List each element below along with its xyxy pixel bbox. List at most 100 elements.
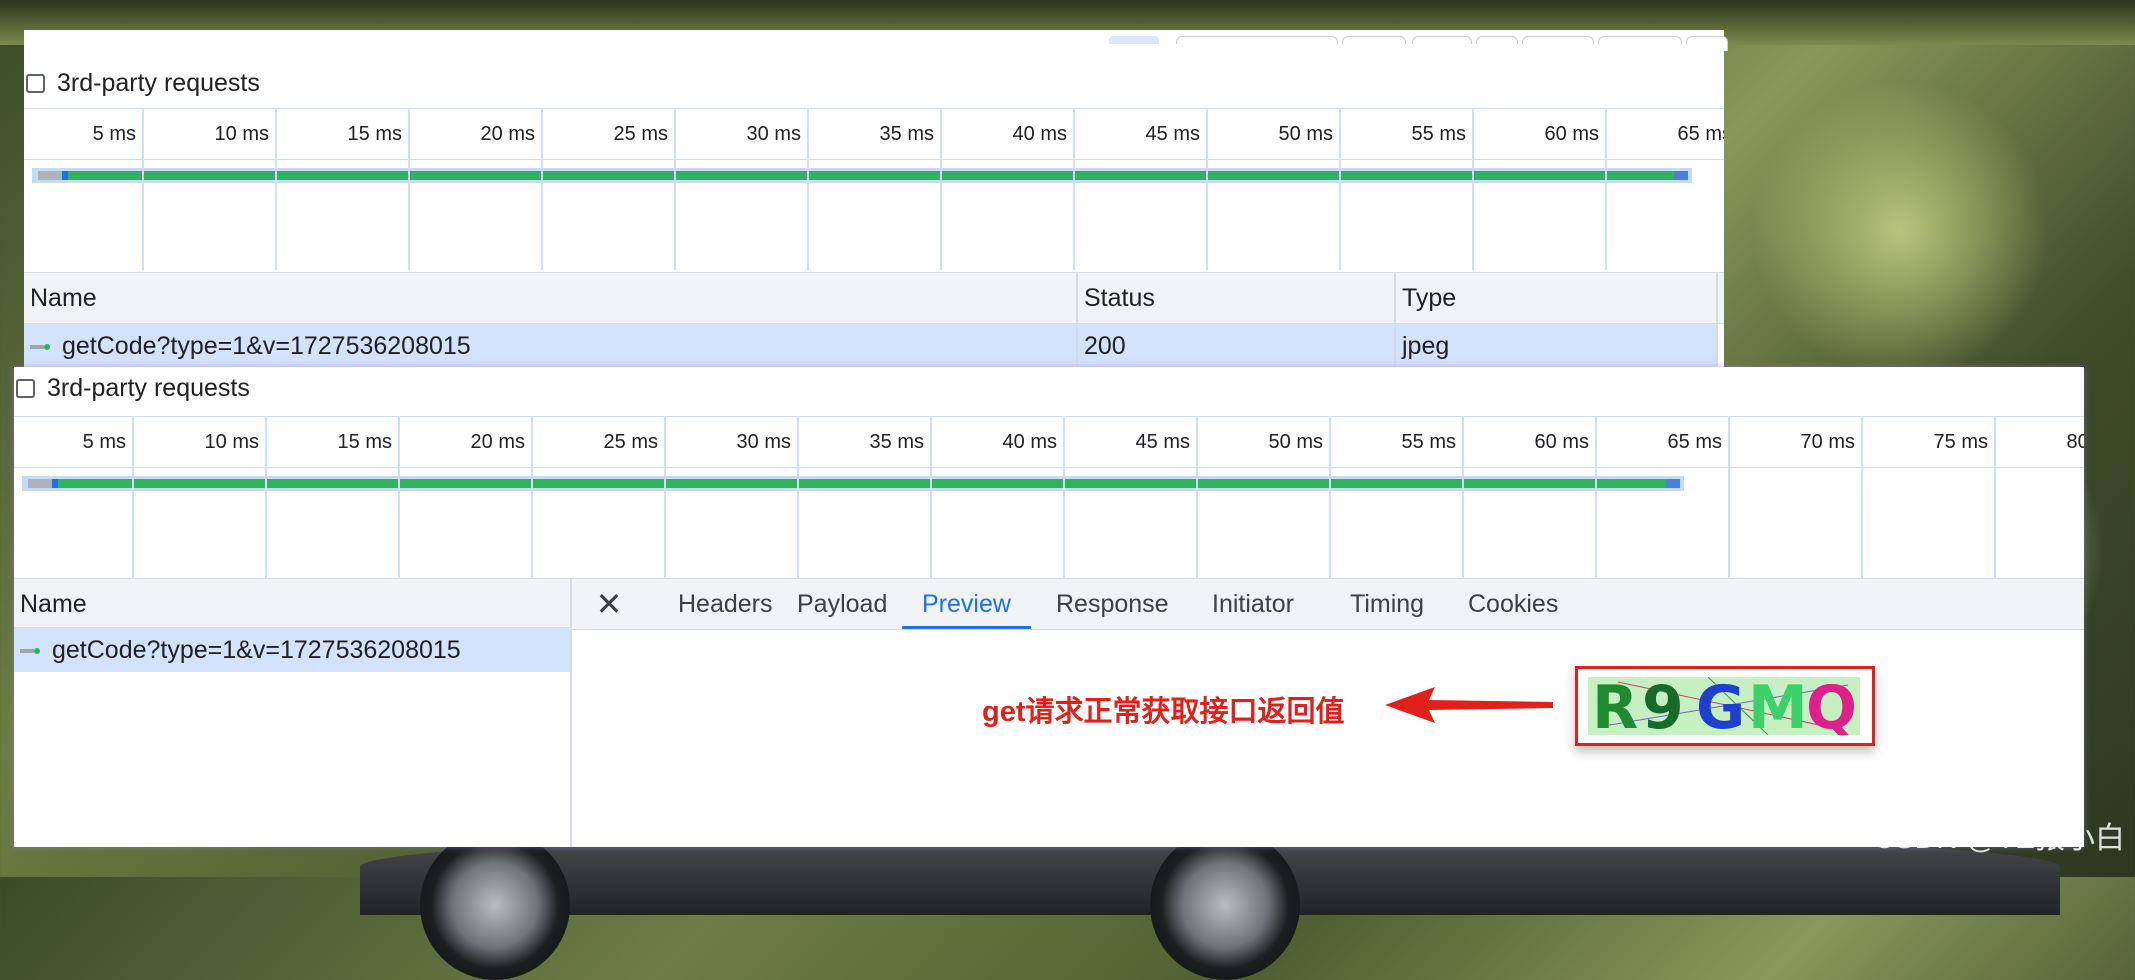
timeline-tick: 75 ms: [1863, 417, 1996, 467]
timeline-tick: 10 ms: [134, 417, 267, 467]
timeline-gridline: [930, 468, 932, 578]
table-row[interactable]: getCode?type=1&v=1727536208015 200 jpeg: [24, 324, 1718, 367]
column-status[interactable]: Status: [1078, 273, 1396, 323]
timeline-tick: 45 ms: [1065, 417, 1198, 467]
timeline-gridline: [1462, 468, 1464, 578]
timeline-tick: 25 ms: [543, 109, 676, 159]
timeline-bar-waiting: [38, 171, 62, 180]
timeline-gridline: [1339, 160, 1341, 270]
timeline-tick: 65 ms: [1597, 417, 1730, 467]
timeline-gridline: [664, 468, 666, 578]
timeline-tick: 20 ms: [400, 417, 533, 467]
background-car-wheel: [1150, 830, 1300, 980]
timeline-tick: 30 ms: [666, 417, 799, 467]
timeline-gridline: [1605, 160, 1607, 270]
timeline-bar-download: [68, 171, 1674, 180]
timeline-tick: 20 ms: [410, 109, 543, 159]
watermark: CSDN @TE猿小白: [1872, 822, 2125, 855]
table-row[interactable]: getCode?type=1&v=1727536208015: [14, 628, 570, 672]
third-party-label: 3rd-party requests: [57, 68, 260, 97]
timeline-gridline: [398, 468, 400, 578]
timeline-gridline: [541, 160, 543, 270]
timeline-gridline: [1472, 160, 1474, 270]
third-party-filter[interactable]: 3rd-party requests: [24, 66, 260, 100]
timeline-tick: 60 ms: [1474, 109, 1607, 159]
network-panel-bottom: 3rd-party requests 5 ms 10 ms 15 ms 20 ms 25…: [14, 367, 2084, 847]
request-list: Name getCode?type=1&v=1727536208015: [14, 578, 572, 847]
timeline-gridline: [1196, 468, 1198, 578]
details-tabbar: ✕ Headers Payload Preview Response Initi…: [572, 578, 2084, 630]
timeline-bar-end: [1666, 479, 1680, 488]
timeline-gridline: [674, 160, 676, 270]
tab-payload[interactable]: Payload: [797, 579, 887, 629]
request-table-header: Name Status Type: [24, 272, 1724, 324]
timeline-tick: 60 ms: [1464, 417, 1597, 467]
timeline-header: 5 ms 10 ms 15 ms 20 ms 25 ms 30 ms 35 ms 40 ms 4…: [24, 108, 1724, 160]
timeline-gridline: [132, 468, 134, 578]
timeline-gridline: [1206, 160, 1208, 270]
timeline-tick: 55 ms: [1341, 109, 1474, 159]
tab-preview[interactable]: Preview: [902, 579, 1031, 629]
request-status: 200: [1078, 324, 1396, 367]
timeline-header: 5 ms 10 ms 15 ms 20 ms 25 ms 30 ms 35 ms 40 ms 4…: [14, 416, 2084, 468]
timeline-tick: 35 ms: [809, 109, 942, 159]
timeline-tick: 25 ms: [533, 417, 666, 467]
captcha-char: 9: [1642, 677, 1684, 735]
third-party-label: 3rd-party requests: [47, 373, 250, 402]
timeline-tick: 15 ms: [267, 417, 400, 467]
request-name: getCode?type=1&v=1727536208015: [62, 332, 471, 360]
third-party-checkbox[interactable]: [26, 73, 45, 93]
timeline-gridline: [1063, 468, 1065, 578]
tab-headers[interactable]: Headers: [678, 579, 773, 629]
tab-response[interactable]: Response: [1056, 579, 1169, 629]
timeline-gridline: [275, 160, 277, 270]
third-party-filter[interactable]: 3rd-party requests: [14, 371, 250, 405]
captcha-char: R: [1592, 677, 1639, 735]
column-name[interactable]: Name: [24, 273, 1078, 323]
timeline-tick: 15 ms: [277, 109, 410, 159]
timeline-gridline: [531, 468, 533, 578]
timeline-tick: 50 ms: [1208, 109, 1341, 159]
row-name-cell: getCode?type=1&v=1727536208015: [24, 324, 1078, 367]
timeline-gridline: [142, 160, 144, 270]
timeline-gridline: [807, 160, 809, 270]
image-request-icon: [20, 648, 40, 655]
timeline-bar-download: [58, 479, 1666, 488]
timeline-tick: 70 ms: [1730, 417, 1863, 467]
request-name: getCode?type=1&v=1727536208015: [52, 636, 461, 664]
captcha-char: Q: [1806, 677, 1858, 735]
third-party-checkbox[interactable]: [16, 378, 35, 398]
timeline-overview[interactable]: [14, 468, 2084, 578]
close-icon[interactable]: ✕: [594, 579, 624, 629]
captcha-preview-frame: R 9 G M Q: [1575, 666, 1875, 746]
timeline-tick: 10 ms: [144, 109, 277, 159]
tab-cookies[interactable]: Cookies: [1468, 579, 1558, 629]
tab-initiator[interactable]: Initiator: [1212, 579, 1294, 629]
row-name-cell: getCode?type=1&v=1727536208015: [14, 628, 570, 672]
timeline-overview[interactable]: [24, 160, 1724, 270]
timeline-gridline: [265, 468, 267, 578]
timeline-tick: 65 ms: [1607, 109, 1724, 159]
timeline-bar-waiting: [28, 479, 52, 488]
background-car-wheel: [420, 830, 570, 980]
timeline-gridline: [797, 468, 799, 578]
timeline-tick: 45 ms: [1075, 109, 1208, 159]
tab-timing[interactable]: Timing: [1350, 579, 1424, 629]
column-type[interactable]: Type: [1396, 273, 1718, 323]
timeline-bar-end: [1674, 171, 1688, 180]
timeline-tick: 5 ms: [14, 417, 134, 467]
timeline-gridline: [1861, 468, 1863, 578]
timeline-tick: 80 ms: [1996, 417, 2084, 467]
network-panel-top: 3rd-party requests 5 ms 10 ms 15 ms 20 ms 25…: [24, 44, 1724, 367]
timeline-tick: 40 ms: [932, 417, 1065, 467]
column-name[interactable]: Name: [14, 578, 570, 628]
request-type: jpeg: [1396, 324, 1718, 367]
timeline-tick: 55 ms: [1331, 417, 1464, 467]
captcha-char: M: [1748, 677, 1808, 735]
timeline-gridline: [1728, 468, 1730, 578]
captcha-char: G: [1696, 677, 1746, 735]
background-blob: [1750, 80, 2050, 380]
image-request-icon: [30, 344, 50, 351]
timeline-tick: 35 ms: [799, 417, 932, 467]
timeline-gridline: [1073, 160, 1075, 270]
